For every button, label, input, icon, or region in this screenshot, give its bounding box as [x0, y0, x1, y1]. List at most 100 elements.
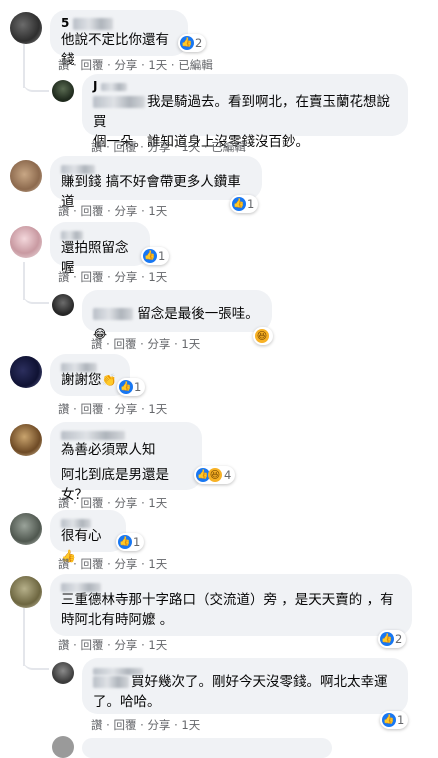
share-link[interactable]: 分享	[114, 269, 137, 285]
comment-bubble: 留念是最後一張哇。😂	[82, 290, 272, 341]
comment-actions: 讚 · 回覆 · 分享 · 1天 · 已編輯	[58, 57, 213, 73]
timestamp-link[interactable]: 1天	[148, 269, 167, 285]
reaction-icon[interactable]: 😆	[253, 327, 273, 345]
reply-link[interactable]: 回覆	[80, 637, 103, 653]
comment-text-line: 時阿北有時阿嬤 。	[61, 612, 174, 628]
timestamp-link[interactable]: 1天	[148, 203, 167, 219]
avatar[interactable]	[10, 356, 42, 388]
reaction-count[interactable]: 👍 😆 4	[194, 466, 236, 484]
timestamp-link[interactable]: 1天	[148, 57, 167, 73]
reply-link[interactable]: 回覆	[80, 495, 103, 511]
reply-link[interactable]: 回覆	[80, 203, 103, 219]
comment-bubble: 還拍照留念喔	[50, 222, 150, 276]
avatar[interactable]	[10, 160, 42, 192]
timestamp-link[interactable]: 1天	[148, 556, 167, 572]
avatar[interactable]	[10, 576, 42, 608]
edited-label[interactable]: 已編輯	[211, 139, 246, 155]
comment-bubble: 5 他說不定比你還有錢	[50, 10, 188, 68]
reply-link[interactable]: 回覆	[80, 556, 103, 572]
reaction-count[interactable]: 👍 1	[117, 378, 146, 396]
comment-text-line: 三重德林寺那十字路口（交流道）旁 ，是天天賣的 ，有	[61, 592, 394, 608]
blurred-name	[61, 231, 83, 240]
reply-link[interactable]: 回覆	[80, 269, 103, 285]
clapping-emoji: 👏	[101, 373, 117, 387]
avatar[interactable]	[52, 736, 74, 758]
reaction-count[interactable]: 👍 1	[116, 533, 145, 551]
reaction-count[interactable]: 👍 2	[378, 630, 407, 648]
like-link[interactable]: 讚	[58, 495, 70, 511]
avatar[interactable]	[10, 424, 42, 456]
like-link[interactable]: 讚	[58, 269, 70, 285]
timestamp-link[interactable]: 1天	[148, 401, 167, 417]
reply-link[interactable]: 回覆	[113, 717, 136, 733]
reaction-count[interactable]: 👍 1	[230, 195, 259, 213]
like-link[interactable]: 讚	[58, 203, 70, 219]
blurred-name	[61, 519, 91, 528]
like-link[interactable]: 讚	[91, 139, 103, 155]
reaction-count[interactable]: 👍 1	[380, 711, 409, 729]
share-link[interactable]: 分享	[114, 203, 137, 219]
comment-actions: 讚 · 回覆 · 分享 · 1天	[58, 637, 168, 653]
comment-actions: 讚 · 回覆 · 分享 · 1天	[91, 336, 201, 352]
avatar[interactable]	[52, 662, 74, 684]
avatar[interactable]	[52, 294, 74, 316]
like-link[interactable]: 讚	[58, 401, 70, 417]
reply-link[interactable]: 回覆	[80, 57, 103, 73]
like-link[interactable]: 讚	[58, 57, 70, 73]
reply-link[interactable]: 回覆	[80, 401, 103, 417]
avatar[interactable]	[10, 226, 42, 258]
blurred-mention	[93, 676, 129, 688]
comment-bubble	[82, 738, 332, 758]
share-link[interactable]: 分享	[114, 57, 137, 73]
commenter-name[interactable]	[61, 360, 119, 372]
reply-link[interactable]: 回覆	[113, 139, 136, 155]
like-reaction-icon: 👍	[232, 197, 246, 211]
reaction-count[interactable]: 👍 2	[178, 34, 207, 52]
thread-elbow	[23, 278, 49, 304]
commenter-name[interactable]	[61, 162, 251, 174]
share-link[interactable]: 分享	[114, 495, 137, 511]
comment-actions: 讚 · 回覆 · 分享 · 1天	[91, 717, 201, 733]
comment-bubble: 很有心👍	[50, 510, 126, 563]
like-reaction-icon: 👍	[119, 380, 133, 394]
timestamp-link[interactable]: 1天	[181, 336, 200, 352]
comment-text-line: 我是騎過去。看到啊北，在賣玉蘭花想說買	[93, 94, 390, 130]
comment-text-line: 買好幾次了。剛好今天沒零錢。啊北太幸運	[93, 672, 397, 692]
like-reaction-icon: 👍	[180, 36, 194, 50]
blurred-name	[93, 668, 143, 675]
commenter-name[interactable]	[61, 516, 115, 528]
timestamp-link[interactable]: 1天	[148, 637, 167, 653]
haha-reaction-icon: 😆	[208, 468, 222, 482]
reaction-count[interactable]: 👍 1	[141, 247, 170, 265]
like-link[interactable]: 讚	[58, 556, 70, 572]
avatar[interactable]	[10, 513, 42, 545]
timestamp-link[interactable]: 1天	[148, 495, 167, 511]
reply-link[interactable]: 回覆	[113, 336, 136, 352]
share-link[interactable]: 分享	[114, 556, 137, 572]
like-reaction-icon: 👍	[380, 632, 394, 646]
timestamp-link[interactable]: 1天	[181, 139, 200, 155]
share-link[interactable]: 分享	[147, 336, 170, 352]
edited-label[interactable]: 已編輯	[178, 57, 213, 73]
share-link[interactable]: 分享	[114, 637, 137, 653]
avatar[interactable]	[52, 80, 74, 102]
haha-reaction-icon: 😆	[255, 329, 269, 343]
commenter-name[interactable]: 5	[61, 16, 177, 30]
commenter-name[interactable]	[61, 580, 401, 592]
comment-actions: 讚 · 回覆 · 分享 · 1天	[58, 401, 168, 417]
share-link[interactable]: 分享	[114, 401, 137, 417]
like-link[interactable]: 讚	[58, 637, 70, 653]
comment-bubble: 為善必須眾人知 阿北到底是男還是女？	[50, 422, 202, 503]
blurred-name	[73, 17, 114, 30]
like-link[interactable]: 讚	[91, 717, 103, 733]
commenter-name[interactable]	[61, 228, 139, 240]
avatar[interactable]	[10, 12, 42, 44]
like-reaction-icon: 👍	[382, 713, 396, 727]
timestamp-link[interactable]: 1天	[181, 717, 200, 733]
share-link[interactable]: 分享	[147, 717, 170, 733]
like-link[interactable]: 讚	[91, 336, 103, 352]
commenter-name[interactable]	[61, 428, 191, 440]
commenter-name[interactable]	[93, 664, 397, 675]
share-link[interactable]: 分享	[147, 139, 170, 155]
commenter-name[interactable]: J	[93, 80, 397, 92]
